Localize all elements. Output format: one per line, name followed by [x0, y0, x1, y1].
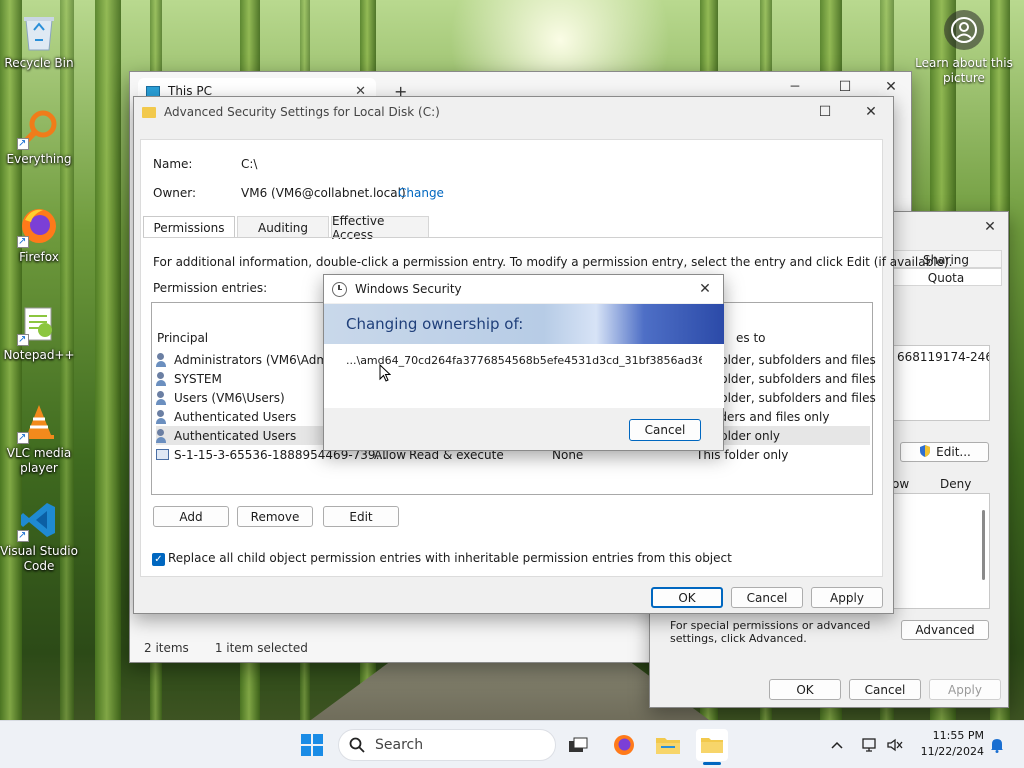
task-view-icon[interactable] — [562, 729, 594, 761]
dialog-banner: Changing ownership of: — [324, 304, 724, 344]
status-items: 2 items — [144, 641, 189, 655]
taskbar: Search 11:55 PM 11/22/2024 — [0, 720, 1024, 768]
sid-package-icon — [156, 449, 169, 460]
owner-label: Owner: — [153, 186, 197, 200]
special-permissions-text: For special permissions or advanced sett… — [670, 619, 871, 645]
edit-button[interactable]: Edit — [323, 506, 399, 527]
camera-info-icon — [944, 10, 984, 50]
owner-value: VM6 (VM6@collabnet.local) — [241, 186, 406, 200]
close-icon[interactable]: ✕ — [972, 212, 1008, 242]
replace-checkbox[interactable]: ✓ — [152, 553, 165, 566]
column-allow: ow — [892, 477, 910, 491]
info-text: For additional information, double-click… — [153, 255, 953, 269]
ownership-path: ...\amd64_70cd264fa3776854568b5efe4531d3… — [346, 354, 702, 367]
start-button[interactable] — [296, 729, 328, 761]
dialog-body: ...\amd64_70cd264fa3776854568b5efe4531d3… — [324, 344, 724, 408]
edit-permissions-button[interactable]: Edit... — [900, 442, 989, 462]
clock-icon — [332, 281, 347, 297]
notepadpp-icon — [17, 302, 61, 347]
user-group-icon — [156, 409, 170, 424]
permissions-list — [890, 493, 990, 609]
taskbar-search[interactable]: Search — [338, 729, 556, 761]
clock-time: 11:55 PM — [932, 729, 984, 742]
desktop-icon-vscode[interactable]: Visual Studio Code — [0, 498, 78, 574]
clock-date: 11/22/2024 — [920, 745, 984, 758]
desktop-icon-firefox[interactable]: Firefox — [0, 204, 78, 265]
cancel-button[interactable]: Cancel — [629, 419, 701, 441]
this-pc-icon — [146, 85, 160, 97]
column-deny: Deny — [940, 477, 972, 491]
vscode-icon — [17, 498, 61, 543]
status-selected: 1 item selected — [214, 641, 308, 655]
desktop-icon-recycle-bin[interactable]: Recycle Bin — [0, 10, 78, 71]
learn-about-picture[interactable]: Learn about this picture — [914, 10, 1014, 86]
advanced-button[interactable]: Advanced — [901, 620, 989, 640]
user-group-icon — [156, 352, 170, 367]
desktop-icon-everything[interactable]: Everything — [0, 106, 78, 167]
file-explorer-taskbar-icon[interactable] — [652, 729, 684, 761]
learn-about-label: Learn about this picture — [915, 56, 1013, 85]
apply-button[interactable]: Apply — [811, 587, 883, 608]
window-title: Advanced Security Settings for Local Dis… — [164, 105, 440, 119]
remove-button[interactable]: Remove — [237, 506, 313, 527]
user-group-icon — [156, 371, 170, 386]
name-value: C:\ — [241, 157, 258, 171]
firefox-icon — [17, 204, 61, 249]
column-principal: Principal — [157, 331, 209, 345]
desktop-icon-label: Notepad++ — [3, 348, 75, 362]
desktop-icon-label: Recycle Bin — [4, 56, 74, 70]
entries-label: Permission entries: — [153, 281, 268, 295]
everything-search-icon — [17, 106, 61, 151]
windows-security-dialog: Windows Security ✕ Changing ownership of… — [323, 274, 724, 451]
desktop-icon-label: Everything — [6, 152, 72, 166]
dialog-heading: Changing ownership of: — [346, 315, 524, 333]
tab-effective-access[interactable]: Effective Access — [331, 214, 429, 242]
mouse-cursor-icon — [379, 363, 392, 385]
close-icon[interactable]: ✕ — [686, 275, 724, 303]
change-owner-link[interactable]: Change — [398, 186, 444, 200]
replace-label: Replace all child object permission entr… — [168, 551, 732, 565]
recycle-bin-icon — [17, 10, 61, 54]
vlc-cone-icon — [17, 400, 61, 445]
apply-button[interactable]: Apply — [929, 679, 1001, 700]
add-button[interactable]: Add — [153, 506, 229, 527]
cancel-button[interactable]: Cancel — [731, 587, 803, 608]
volume-muted-icon[interactable] — [880, 729, 910, 761]
name-label: Name: — [153, 157, 193, 171]
dialog-title: Windows Security — [355, 282, 462, 296]
chevron-up-icon[interactable] — [822, 729, 852, 761]
tab-divider — [143, 237, 882, 238]
dialog-title-bar: Windows Security — [324, 275, 723, 303]
desktop-icon-label: VLC media player — [6, 446, 72, 475]
desktop-icon-notepadpp[interactable]: Notepad++ — [0, 302, 78, 363]
title-bar: Advanced Security Settings for Local Dis… — [134, 97, 893, 127]
cancel-button[interactable]: Cancel — [849, 679, 921, 700]
column-applies-to: es to — [736, 331, 766, 345]
scrollbar[interactable] — [982, 510, 985, 580]
notification-bell-icon[interactable] — [986, 729, 1008, 761]
ok-button[interactable]: OK — [769, 679, 841, 700]
folder-icon — [142, 106, 156, 118]
tab-permissions[interactable]: Permissions — [143, 216, 235, 238]
active-indicator — [703, 762, 721, 765]
search-icon — [349, 737, 365, 757]
ok-button[interactable]: OK — [651, 587, 723, 608]
maximize-icon[interactable]: ☐ — [802, 97, 848, 127]
user-group-icon — [156, 428, 170, 443]
desktop-icon-vlc[interactable]: VLC media player — [0, 400, 78, 476]
tab-quota[interactable]: Quota — [890, 268, 1002, 286]
object-name-box: 668119174-2468... — [890, 345, 990, 421]
tab-auditing[interactable]: Auditing — [237, 216, 329, 238]
search-placeholder: Search — [375, 737, 424, 753]
file-explorer-active-icon[interactable] — [696, 729, 728, 761]
clock[interactable]: 11:55 PM 11/22/2024 — [918, 728, 984, 760]
uac-shield-icon — [918, 444, 932, 461]
desktop-icon-label: Firefox — [19, 250, 59, 264]
user-group-icon — [156, 390, 170, 405]
close-icon[interactable]: ✕ — [848, 97, 894, 127]
firefox-taskbar-icon[interactable] — [608, 729, 640, 761]
desktop-icon-label: Visual Studio Code — [0, 544, 78, 573]
